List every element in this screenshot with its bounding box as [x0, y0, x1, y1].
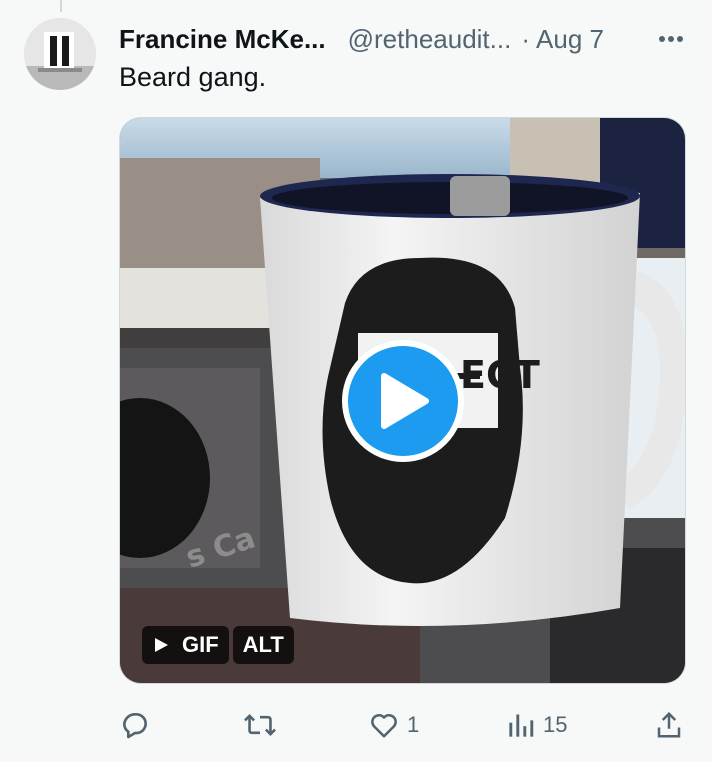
tweet-date[interactable]: Aug 7 [536, 24, 604, 55]
play-icon [381, 373, 429, 429]
share-icon [657, 711, 681, 738]
alt-badge[interactable]: ALT [232, 626, 294, 664]
mug-text-bottom: RD [455, 423, 516, 467]
tweet-actions: 1 15 [119, 705, 689, 745]
views-icon [509, 714, 534, 737]
retweet-icon [244, 713, 276, 737]
tweet-header: Francine McKe... @retheaudit... · Aug 7 [119, 22, 688, 56]
like-icon [371, 714, 397, 738]
thread-connector [60, 0, 62, 12]
more-options-button[interactable] [654, 22, 688, 56]
author-name[interactable]: Francine McKe... [119, 24, 326, 55]
retweet-button[interactable] [243, 705, 285, 745]
views-count: 15 [543, 712, 568, 737]
views-button[interactable]: 15 [507, 705, 567, 745]
gif-label: GIF [178, 626, 229, 664]
avatar[interactable] [24, 18, 96, 90]
reply-icon [123, 712, 147, 739]
share-button[interactable] [654, 705, 684, 745]
author-handle[interactable]: @retheaudit... [348, 24, 512, 55]
small-play-icon [155, 638, 168, 652]
play-button[interactable] [342, 340, 464, 462]
reply-button[interactable] [119, 705, 159, 745]
avatar-image [24, 18, 96, 90]
tweet-text: Beard gang. [119, 62, 267, 92]
like-count: 1 [407, 712, 420, 737]
like-button[interactable]: 1 [369, 705, 419, 745]
mug-text-top: ECT [460, 353, 540, 397]
gif-play-chip[interactable] [142, 626, 178, 664]
more-icon [659, 36, 683, 42]
gif-media[interactable]: s Ca ECT RD GIF ALT [119, 117, 686, 684]
gif-badge-bar: GIF ALT [142, 626, 294, 664]
separator-dot: · [521, 23, 531, 54]
